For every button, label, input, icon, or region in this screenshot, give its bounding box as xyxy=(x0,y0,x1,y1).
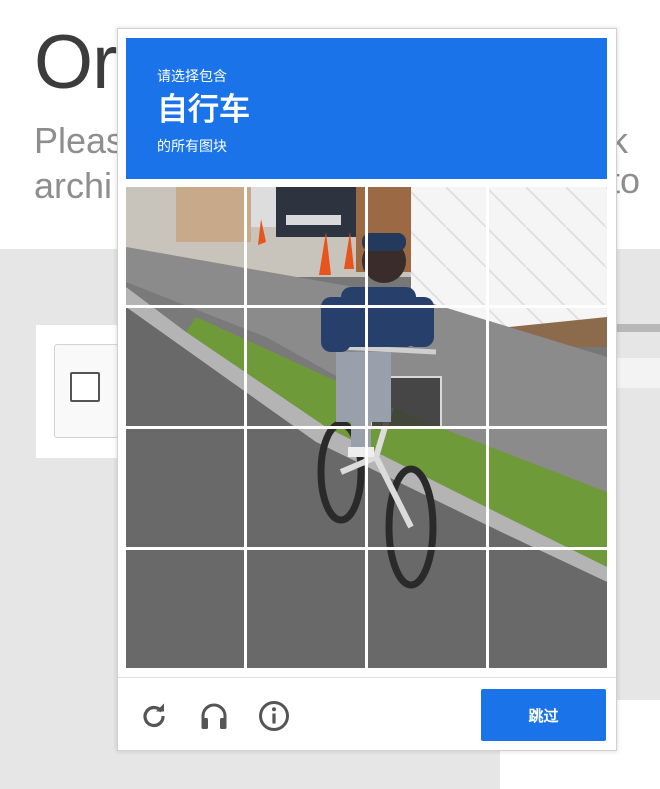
page-subtitle-line-2: archi xyxy=(34,165,113,206)
image-grid xyxy=(126,187,607,668)
footer-divider xyxy=(118,677,616,678)
image-tile[interactable] xyxy=(489,308,607,426)
image-tile[interactable] xyxy=(126,550,244,668)
reload-icon[interactable] xyxy=(138,700,170,732)
tile-image xyxy=(489,187,607,305)
image-tile[interactable] xyxy=(368,550,486,668)
instruction-text-top: 请选择包含 xyxy=(157,69,227,85)
info-icon[interactable] xyxy=(258,700,290,732)
tile-image xyxy=(247,308,365,426)
image-tile[interactable] xyxy=(247,308,365,426)
tile-image xyxy=(489,308,607,426)
tile-image xyxy=(247,550,365,668)
page-subtitle-continuation: k to xyxy=(610,120,641,201)
tile-image xyxy=(368,550,486,668)
instruction-keyword: 自行车 xyxy=(157,92,250,128)
instruction-text-bottom: 的所有图块 xyxy=(157,139,227,155)
image-tile[interactable] xyxy=(489,429,607,547)
tile-image xyxy=(126,429,244,547)
image-tile[interactable] xyxy=(368,308,486,426)
tile-image xyxy=(126,187,244,305)
image-tile[interactable] xyxy=(126,187,244,305)
tile-image xyxy=(368,308,486,426)
challenge-header: 请选择包含 自行车 的所有图块 xyxy=(126,38,607,179)
image-tile[interactable] xyxy=(368,429,486,547)
headphones-icon[interactable] xyxy=(198,700,230,732)
tile-image xyxy=(489,429,607,547)
tile-image xyxy=(126,550,244,668)
image-tile[interactable] xyxy=(247,550,365,668)
page-title: Or xyxy=(34,20,117,105)
image-tile[interactable] xyxy=(368,187,486,305)
recaptcha-checkbox[interactable] xyxy=(70,372,100,402)
tile-image xyxy=(247,187,365,305)
image-tile[interactable] xyxy=(126,308,244,426)
page-divider xyxy=(612,324,660,332)
tile-image xyxy=(126,308,244,426)
tile-image xyxy=(368,187,486,305)
page-subtitle: Pleas xyxy=(34,120,125,161)
image-tile[interactable] xyxy=(247,429,365,547)
image-tile[interactable] xyxy=(126,429,244,547)
tile-image xyxy=(368,429,486,547)
skip-button[interactable]: 跳过 xyxy=(481,689,606,741)
tile-image xyxy=(247,429,365,547)
image-tile[interactable] xyxy=(247,187,365,305)
image-tile[interactable] xyxy=(489,187,607,305)
image-tile[interactable] xyxy=(489,550,607,668)
tile-image xyxy=(489,550,607,668)
page-panel xyxy=(612,358,660,388)
